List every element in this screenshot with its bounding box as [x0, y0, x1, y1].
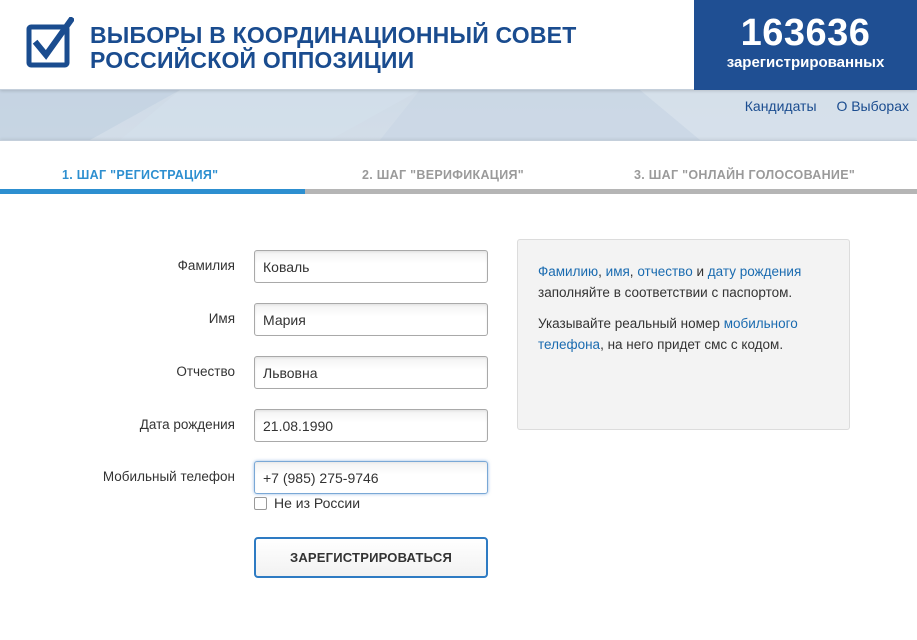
counter-value: 163636 — [740, 12, 871, 54]
info-sep: , — [598, 264, 606, 279]
site-header: ВЫБОРЫ В КООРДИНАЦИОННЫЙ СОВЕТ РОССИЙСКО… — [0, 0, 917, 90]
phone-label: Мобильный телефон — [102, 469, 235, 484]
nav-link-candidates[interactable]: Кандидаты — [745, 98, 817, 114]
info-link-name[interactable]: имя — [606, 264, 630, 279]
step-verification[interactable]: 2. ШАГ "ВЕРИФИКАЦИЯ" — [362, 168, 524, 182]
site-title-line2: РОССИЙСКОЙ ОППОЗИЦИИ — [90, 47, 415, 73]
phone-row: Мобильный телефон — [0, 461, 500, 495]
birthdate-input[interactable] — [254, 409, 488, 442]
site-title-line1: ВЫБОРЫ В КООРДИНАЦИОННЫЙ СОВЕТ — [90, 22, 577, 48]
progress-fill — [0, 189, 305, 194]
counter-label: зарегистрированных — [726, 54, 885, 71]
phone-input[interactable] — [254, 461, 488, 494]
top-nav: Кандидаты О Выборах — [729, 98, 909, 114]
info-text: заполняйте в соответствии с паспортом. — [538, 285, 793, 300]
surname-row: Фамилия — [0, 250, 500, 284]
birthdate-row: Дата рождения — [0, 409, 500, 443]
birthdate-label: Дата рождения — [139, 417, 235, 432]
patronymic-label: Отчество — [176, 364, 235, 379]
nav-link-about[interactable]: О Выборах — [836, 98, 909, 114]
registration-counter: 163636 зарегистрированных — [694, 0, 917, 90]
step-progress: 1. ШАГ "РЕГИСТРАЦИЯ" 2. ШАГ "ВЕРИФИКАЦИЯ… — [0, 141, 917, 199]
surname-input[interactable] — [254, 250, 488, 283]
site-title[interactable]: ВЫБОРЫ В КООРДИНАЦИОННЫЙ СОВЕТ РОССИЙСКО… — [90, 23, 610, 73]
name-input[interactable] — [254, 303, 488, 336]
not-russia-checkbox[interactable] — [254, 497, 267, 510]
info-text: Указывайте реальный номер — [538, 316, 724, 331]
info-sep: и — [692, 264, 708, 279]
registration-panel: 1. ШАГ "РЕГИСТРАЦИЯ" 2. ШАГ "ВЕРИФИКАЦИЯ… — [0, 140, 917, 640]
info-paragraph-phone: Указывайте реальный номер мобильного тел… — [538, 313, 829, 355]
patronymic-row: Отчество — [0, 356, 500, 390]
patronymic-input[interactable] — [254, 356, 488, 389]
name-label: Имя — [208, 311, 235, 326]
info-box: Фамилию, имя, отчество и дату рождения з… — [517, 239, 850, 430]
info-text: , на него придет смс с кодом. — [600, 337, 784, 352]
info-paragraph-passport: Фамилию, имя, отчество и дату рождения з… — [538, 261, 829, 303]
register-button[interactable]: ЗАРЕГИСТРИРОВАТЬСЯ — [254, 537, 488, 578]
info-link-birthdate[interactable]: дату рождения — [708, 264, 802, 279]
step-online-voting[interactable]: 3. ШАГ "ОНЛАЙН ГОЛОСОВАНИЕ" — [634, 168, 855, 182]
name-row: Имя — [0, 303, 500, 337]
info-link-surname[interactable]: Фамилию — [538, 264, 598, 279]
info-link-patronymic[interactable]: отчество — [637, 264, 692, 279]
step-registration[interactable]: 1. ШАГ "РЕГИСТРАЦИЯ" — [62, 168, 218, 182]
checkbox-logo-icon[interactable] — [26, 17, 74, 69]
not-russia-label: Не из России — [274, 495, 361, 511]
surname-label: Фамилия — [177, 258, 235, 273]
